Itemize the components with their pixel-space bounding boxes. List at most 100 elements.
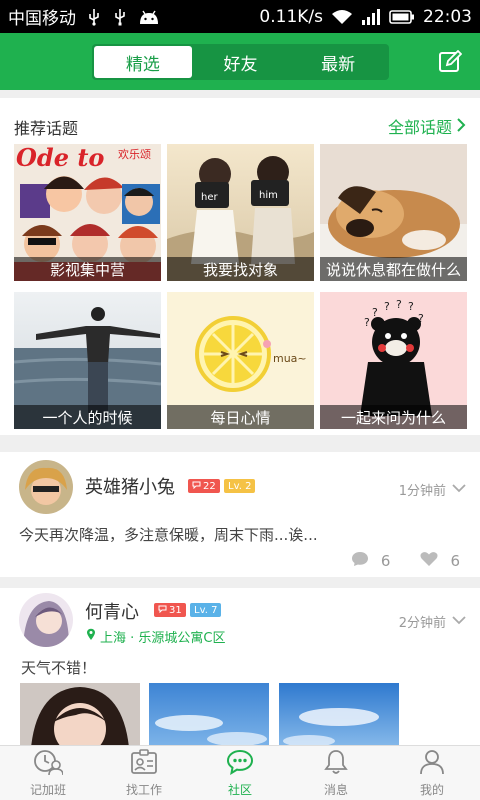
recommended-topics: 推荐话题 全部话题 Ode to 欢乐颂 影视集中营 her him 我要找对象… <box>0 98 480 435</box>
comment-icon <box>158 605 167 616</box>
comment-icon <box>192 481 201 492</box>
tab-label: 我的 <box>419 782 444 797</box>
post-photo[interactable] <box>149 683 269 745</box>
user-name[interactable]: 何青心 <box>85 598 139 624</box>
edit-icon[interactable] <box>438 49 463 74</box>
tab-messages[interactable]: 消息 <box>288 746 384 800</box>
topic-tile-rest[interactable]: 说说休息都在做什么 <box>320 144 467 281</box>
topic-tile-alone[interactable]: 一个人的时候 <box>14 292 161 429</box>
tab-friends[interactable]: 好友 <box>192 46 290 78</box>
chevron-down-icon[interactable] <box>452 482 466 497</box>
comment-count: 6 <box>380 552 391 570</box>
post-card[interactable]: 何青心 31 Lv. 7 上海 · 乐源城公寓C区 2分钟前 天气不错！ <box>0 588 480 745</box>
all-topics-label: 全部话题 <box>387 118 452 137</box>
post-time: 2分钟前 <box>399 612 466 631</box>
heart-icon <box>420 551 438 571</box>
clock: 22:03 <box>423 6 472 27</box>
person-icon <box>419 749 445 778</box>
selfie-photo-image <box>20 683 140 745</box>
svg-text:Ode to: Ode to <box>16 144 104 172</box>
usb-icon <box>86 8 102 26</box>
user-name[interactable]: 英雄猪小兔 <box>85 473 175 499</box>
bell-icon <box>323 749 349 778</box>
level-badge: Lv. 7 <box>190 603 222 617</box>
status-bar: 中国移动 0.11K/s 22:03 <box>0 0 480 33</box>
tab-label: 记加班 <box>29 782 66 797</box>
tab-latest[interactable]: 最新 <box>289 46 387 78</box>
svg-text:him: him <box>259 190 278 201</box>
chevron-down-icon[interactable] <box>452 614 466 629</box>
clock-user-icon <box>33 749 64 778</box>
badge-count: 31 <box>169 604 182 616</box>
app-header: 精选 好友 最新 <box>0 33 480 90</box>
like-count: 6 <box>450 552 460 570</box>
topic-tile-caption: 说说休息都在做什么 <box>320 257 467 281</box>
topic-tile-mood[interactable]: mua~ 每日心情 <box>167 292 314 429</box>
post-text: 天气不错！ <box>21 659 97 677</box>
community-feed[interactable]: 推荐话题 全部话题 Ode to 欢乐颂 影视集中营 her him 我要找对象… <box>0 90 480 745</box>
comment-bubble-icon <box>351 551 369 571</box>
wifi-icon <box>331 9 353 25</box>
topic-tile-caption: 我要找对象 <box>167 257 314 281</box>
tab-jobs[interactable]: 找工作 <box>96 746 192 800</box>
blue-sky-photo-image <box>279 683 399 745</box>
user-avatar-image <box>19 460 73 514</box>
svg-text:?: ? <box>396 298 402 311</box>
user-avatar-image <box>19 593 73 647</box>
post-photo[interactable] <box>279 683 399 745</box>
svg-text:?: ? <box>408 300 414 313</box>
post-count-badge: 22 <box>188 479 220 493</box>
svg-text:?: ? <box>372 306 378 319</box>
topic-tile-caption: 一起来问为什么 <box>320 405 467 429</box>
tab-profile[interactable]: 我的 <box>384 746 480 800</box>
android-icon <box>138 9 160 25</box>
comment-stat[interactable]: 6 <box>351 551 391 571</box>
post-card[interactable]: 英雄猪小兔 22 Lv. 2 1分钟前 今天再次降温，多注意保暖，周末下雨...… <box>0 452 480 577</box>
battery-icon <box>389 9 415 24</box>
post-time: 1分钟前 <box>399 480 466 499</box>
topic-tile-caption: 影视集中营 <box>14 257 161 281</box>
svg-text:?: ? <box>364 316 370 329</box>
tab-community[interactable]: 社区 <box>192 746 288 800</box>
post-time-label: 1分钟前 <box>398 484 446 499</box>
feed-tabs: 精选 好友 最新 <box>92 44 389 80</box>
blue-sky-photo-image <box>149 683 269 745</box>
chat-bubble-icon <box>226 749 254 778</box>
all-topics-link[interactable]: 全部话题 <box>388 114 466 138</box>
carrier-label: 中国移动 <box>8 9 76 29</box>
post-text: 今天再次降温，多注意保暖，周末下雨...诶... <box>19 526 318 544</box>
topic-tile-caption: 每日心情 <box>167 405 314 429</box>
tab-overtime[interactable]: 记加班 <box>0 746 96 800</box>
section-title: 推荐话题 <box>14 119 79 138</box>
bottom-tab-bar: 记加班 找工作 社区 消息 我的 <box>0 745 480 800</box>
svg-text:mua~: mua~ <box>273 352 307 365</box>
topic-tile-caption: 一个人的时候 <box>14 405 161 429</box>
badge-count: 22 <box>203 480 216 492</box>
network-speed: 0.11K/s <box>259 6 323 27</box>
tab-label: 消息 <box>323 782 348 797</box>
level-badge: Lv. 2 <box>224 479 256 493</box>
post-time-label: 2分钟前 <box>398 616 446 631</box>
svg-text:?: ? <box>384 300 390 313</box>
post-stats: 6 6 <box>351 551 460 571</box>
location-label: 上海 · 乐源城公寓C区 <box>100 631 226 646</box>
location-pin-icon <box>86 628 96 645</box>
post-photo[interactable] <box>20 683 140 745</box>
id-card-icon <box>130 748 158 778</box>
location[interactable]: 上海 · 乐源城公寓C区 <box>86 627 225 646</box>
post-count-badge: 31 <box>154 603 186 617</box>
topic-tile-why[interactable]: ? ? ? ? ? ? 一起来问为什么 <box>320 292 467 429</box>
topic-tile-dating[interactable]: her him 我要找对象 <box>167 144 314 281</box>
usb-debug-icon <box>112 8 128 26</box>
poster-title-text: 欢乐颂 <box>118 147 151 161</box>
chevron-right-icon <box>456 117 466 136</box>
svg-text:her: her <box>201 192 218 203</box>
tab-label: 社区 <box>227 782 252 797</box>
like-stat[interactable]: 6 <box>420 551 460 571</box>
avatar[interactable] <box>19 460 73 514</box>
topic-tile-movies[interactable]: Ode to 欢乐颂 影视集中营 <box>14 144 161 281</box>
tab-featured[interactable]: 精选 <box>94 46 192 78</box>
tab-label: 找工作 <box>125 782 162 797</box>
avatar[interactable] <box>19 593 73 647</box>
signal-icon <box>361 8 381 25</box>
